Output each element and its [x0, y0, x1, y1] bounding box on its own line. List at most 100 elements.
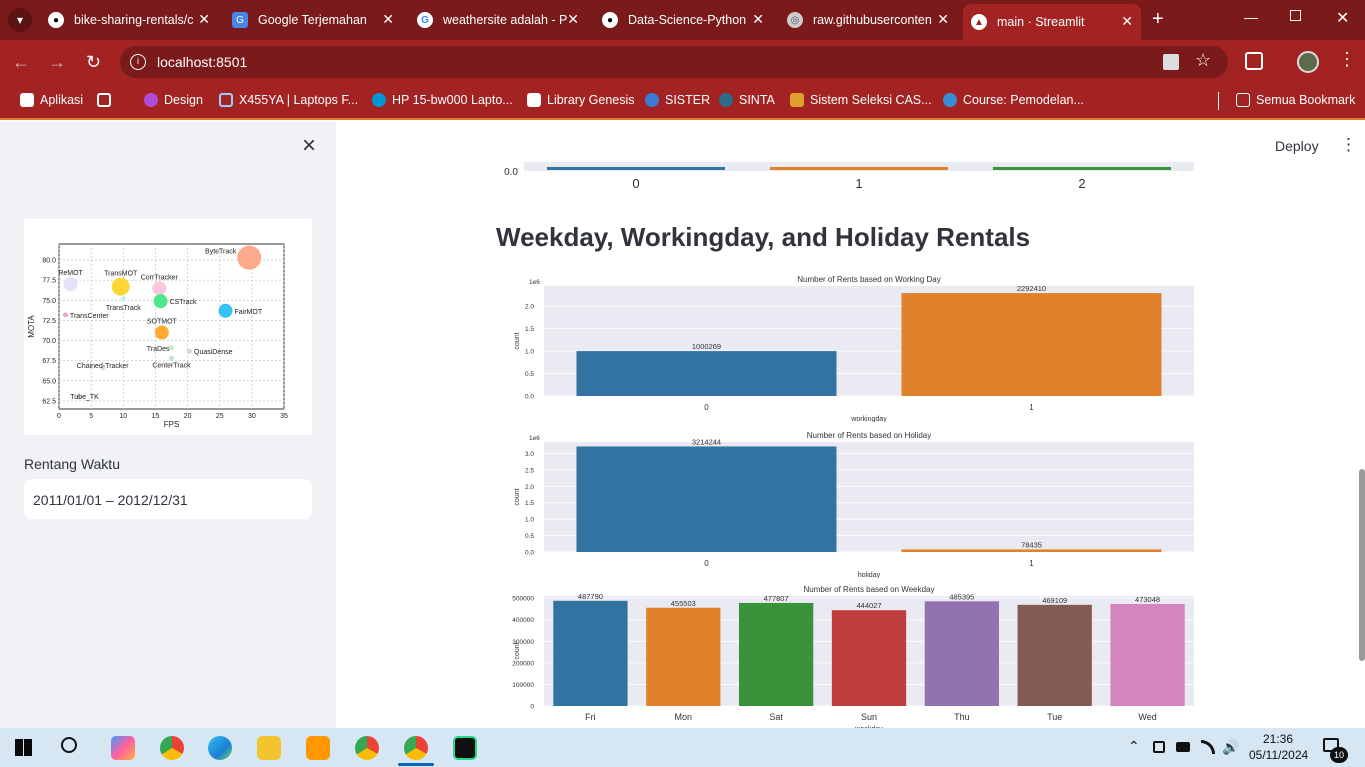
deploy-button[interactable]: Deploy [1275, 138, 1319, 154]
design-icon [144, 93, 158, 107]
clock-date[interactable]: 05/11/2024 [1249, 748, 1308, 762]
previous-chart-fragment: 0 1 2 0.0 [504, 162, 1194, 191]
tab-bike-sharing[interactable]: ● bike-sharing-rentals/c ✕ [40, 6, 218, 34]
x-tick-label: 1 [1029, 403, 1034, 412]
close-tab-icon[interactable]: ✕ [752, 11, 764, 28]
x-tick-label: 2 [1078, 176, 1085, 191]
sidebar: × 0 5 10 15 20 25 30 35 62.5 65.0 67.5 70.0 72.5 75.0… [0, 122, 336, 728]
back-icon[interactable]: ← [12, 50, 30, 74]
bookmark-sistem-seleksi[interactable]: Sistem Seleksi CAS... [790, 93, 932, 107]
main-menu-icon[interactable]: ⋮ [1340, 135, 1357, 155]
bar [901, 549, 1162, 552]
pycharm-icon[interactable] [453, 736, 477, 760]
course-icon [943, 93, 957, 107]
y-tick-label: 0.5 [525, 533, 534, 540]
y-tick-label: 1.0 [525, 349, 534, 356]
close-window-button[interactable]: ✕ [1336, 8, 1349, 28]
restore-window-button[interactable] [1290, 10, 1301, 21]
minimize-window-button[interactable]: — [1244, 9, 1258, 25]
date-range-input[interactable]: 2011/01/01 – 2012/12/31 [24, 479, 312, 519]
bar [770, 167, 948, 170]
chrome-profile-icon[interactable] [355, 736, 379, 760]
point-label: QuasiDense [194, 349, 233, 356]
y-tick-label: 80.0 [42, 258, 56, 265]
bookmark-hp[interactable]: HP 15-bw000 Lapto... [372, 93, 513, 107]
scatter-point [120, 296, 126, 302]
folder-icon [1236, 93, 1250, 107]
x-tick-label: 25 [216, 413, 224, 420]
clock-time[interactable]: 21:36 [1263, 732, 1293, 746]
bookmark-grid[interactable] [97, 93, 117, 107]
file-explorer-icon[interactable] [257, 736, 281, 760]
close-tab-icon[interactable]: ✕ [567, 11, 579, 28]
y-tick-label: 2.0 [525, 304, 534, 311]
x-tick-label: 20 [184, 413, 192, 420]
new-tab-button[interactable]: + [1152, 8, 1164, 30]
reload-icon[interactable]: ↻ [86, 50, 101, 74]
tab-weathersite[interactable]: G weathersite adalah - P ✕ [409, 6, 587, 34]
network-icon[interactable] [1153, 741, 1165, 753]
x-tick-label: 30 [248, 413, 256, 420]
tray-chevron-icon[interactable]: ⌃ [1128, 738, 1140, 755]
site-info-icon[interactable]: i [130, 54, 146, 70]
chrome-active-icon[interactable] [404, 736, 428, 760]
bookmark-course[interactable]: Course: Pemodelan... [943, 93, 1084, 107]
point-label: TransMOT [104, 271, 138, 278]
page-scrollbar[interactable] [1359, 469, 1365, 661]
x-axis-label: FPS [164, 420, 180, 429]
bookmark-aplikasi[interactable]: Aplikasi [20, 93, 83, 107]
close-sidebar-icon[interactable]: × [302, 132, 316, 160]
address-bar[interactable]: i localhost:8501 ☆ [120, 46, 1228, 78]
bookmark-design[interactable]: Design [144, 93, 203, 107]
y-axis-label: MOTA [27, 315, 36, 338]
close-tab-icon[interactable]: ✕ [1121, 13, 1133, 30]
profile-avatar[interactable] [1297, 51, 1319, 73]
y-axis-label: count [514, 642, 521, 659]
y-tick-label: 3.0 [525, 451, 534, 458]
bar [646, 607, 721, 706]
bar [1110, 603, 1185, 706]
battery-icon[interactable] [1176, 742, 1190, 752]
bookmark-x455ya[interactable]: X455YA | Laptops F... [219, 93, 358, 107]
github-icon: ● [602, 12, 618, 28]
bookmark-sister[interactable]: SISTER [645, 93, 710, 107]
point-label: CorrTracker [141, 274, 179, 281]
tab-google-translate[interactable]: G Google Terjemahan ✕ [224, 6, 402, 34]
x-tick-label: Tue [1047, 712, 1062, 722]
tab-data-science-python[interactable]: ● Data-Science-Python ✕ [594, 6, 772, 34]
bookmark-star-icon[interactable]: ☆ [1195, 50, 1211, 71]
tab-streamlit-main[interactable]: ▲ main · Streamlit ✕ [963, 4, 1141, 40]
copilot-icon[interactable] [111, 736, 135, 760]
wifi-icon[interactable] [1201, 740, 1215, 754]
extensions-icon[interactable] [1245, 52, 1263, 70]
y-tick-label: 2.5 [525, 467, 534, 474]
bookmark-sinta[interactable]: SINTA [719, 93, 775, 107]
close-tab-icon[interactable]: ✕ [198, 11, 210, 28]
forward-icon[interactable]: → [48, 50, 66, 74]
github-icon: ● [48, 12, 64, 28]
x-tick-label: Sat [769, 712, 783, 722]
x-axis-label: holiday [858, 572, 881, 578]
search-icon[interactable] [61, 737, 77, 753]
y-tick-label: 2.0 [525, 484, 534, 491]
volume-icon[interactable]: 🔊 [1222, 739, 1239, 756]
translate-icon[interactable] [1163, 54, 1179, 70]
browser-menu-icon[interactable]: ⋮ [1338, 49, 1356, 70]
point-label: TransCenter [70, 313, 109, 320]
edge-icon[interactable] [208, 736, 232, 760]
chrome-icon[interactable] [160, 736, 184, 760]
x-tick-label: 15 [152, 413, 160, 420]
y-tick-label: 72.5 [42, 318, 56, 325]
close-tab-icon[interactable]: ✕ [937, 11, 949, 28]
bookmark-library-genesis[interactable]: Library Genesis [527, 93, 635, 107]
sublime-text-icon[interactable] [306, 736, 330, 760]
date-range-label: Rentang Waktu [24, 456, 120, 472]
bar [901, 293, 1162, 396]
bar [576, 351, 837, 396]
x-tick-label: Sun [861, 712, 877, 722]
bookmark-all[interactable]: Semua Bookmark [1236, 93, 1355, 107]
windows-start-icon[interactable] [15, 739, 32, 756]
close-tab-icon[interactable]: ✕ [382, 11, 394, 28]
tab-raw-githubusercontent[interactable]: ◎ raw.githubuserconten ✕ [779, 6, 957, 34]
tab-search-button[interactable]: ▾ [8, 8, 32, 32]
